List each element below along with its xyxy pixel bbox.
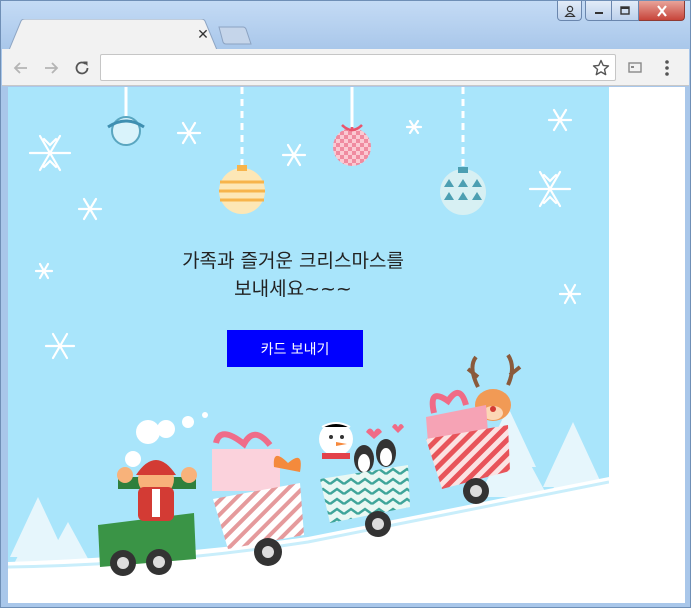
ornament-pink	[333, 87, 371, 166]
close-icon[interactable]	[639, 1, 685, 21]
window-controls	[557, 1, 685, 21]
browser-toolbar	[2, 49, 689, 86]
user-icon[interactable]	[557, 1, 582, 21]
snowflake-icon	[44, 332, 76, 360]
snowflake-icon	[558, 283, 582, 305]
snowflake-icon	[547, 108, 573, 132]
title-bar: ✕	[1, 1, 690, 50]
greeting-line-2: 보내세요~~~	[234, 278, 352, 300]
minimize-icon[interactable]	[585, 1, 612, 21]
menu-icon[interactable]	[656, 57, 678, 79]
greeting-message: 가족과 즐거운 크리스마스를 보내세요~~~	[128, 247, 458, 303]
cast-icon[interactable]	[624, 57, 646, 79]
reload-icon[interactable]	[71, 57, 93, 79]
snowflake-icon	[405, 119, 423, 135]
snowflake-icon	[28, 134, 72, 172]
address-input[interactable]	[105, 58, 585, 77]
greeting-line-1: 가족과 즐거운 크리스마스를	[182, 250, 404, 272]
snow-hill	[8, 477, 609, 603]
maximize-icon[interactable]	[612, 1, 639, 21]
tab-close-icon[interactable]: ✕	[195, 27, 211, 43]
send-card-button[interactable]: 카드 보내기	[227, 330, 363, 367]
snowflake-icon	[34, 262, 54, 280]
snowflake-icon	[77, 197, 103, 221]
ornament-teal	[440, 87, 486, 215]
page-viewport: 가족과 즐거운 크리스마스를 보내세요~~~ 카드 보내기	[8, 87, 685, 603]
new-tab-button[interactable]	[217, 26, 253, 46]
snowflake-icon	[176, 121, 202, 145]
back-icon[interactable]	[10, 57, 32, 79]
ornament-blue	[107, 87, 145, 146]
christmas-card: 가족과 즐거운 크리스마스를 보내세요~~~ 카드 보내기	[8, 87, 609, 603]
santa-cart	[98, 412, 208, 576]
tab-active[interactable]: ✕	[9, 19, 218, 50]
address-bar[interactable]	[100, 54, 616, 81]
snowflake-icon	[281, 143, 307, 167]
snowflake-icon	[528, 170, 572, 208]
browser-window: ✕ 가족과 즐거운 크리스마스를 보내세요~~~ 카드 보내기	[0, 0, 691, 608]
ornament-yellow	[219, 87, 265, 214]
forward-icon[interactable]	[40, 57, 62, 79]
star-icon[interactable]	[591, 58, 611, 78]
